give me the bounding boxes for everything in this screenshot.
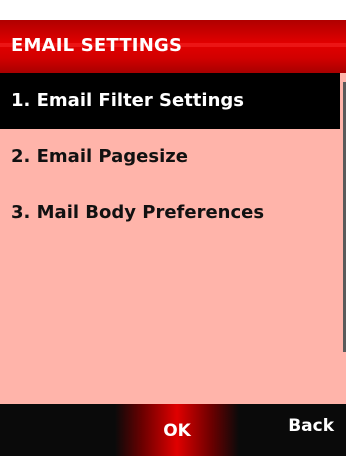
- softkey-bar: OK Back: [0, 404, 346, 456]
- menu-list: 1. Email Filter Settings 2. Email Pagesi…: [0, 73, 346, 404]
- back-softkey[interactable]: Back: [288, 415, 334, 437]
- menu-item-mail-body-preferences[interactable]: 3. Mail Body Preferences: [0, 185, 340, 241]
- menu-item-email-pagesize[interactable]: 2. Email Pagesize: [0, 129, 340, 185]
- ok-softkey[interactable]: OK: [155, 420, 199, 442]
- scrollbar[interactable]: [343, 82, 346, 352]
- menu-item-email-filter-settings[interactable]: 1. Email Filter Settings: [0, 73, 340, 129]
- email-settings-screen: EMAIL SETTINGS 1. Email Filter Settings …: [0, 0, 350, 456]
- header-bar: EMAIL SETTINGS: [0, 20, 346, 73]
- page-title: EMAIL SETTINGS: [11, 35, 183, 56]
